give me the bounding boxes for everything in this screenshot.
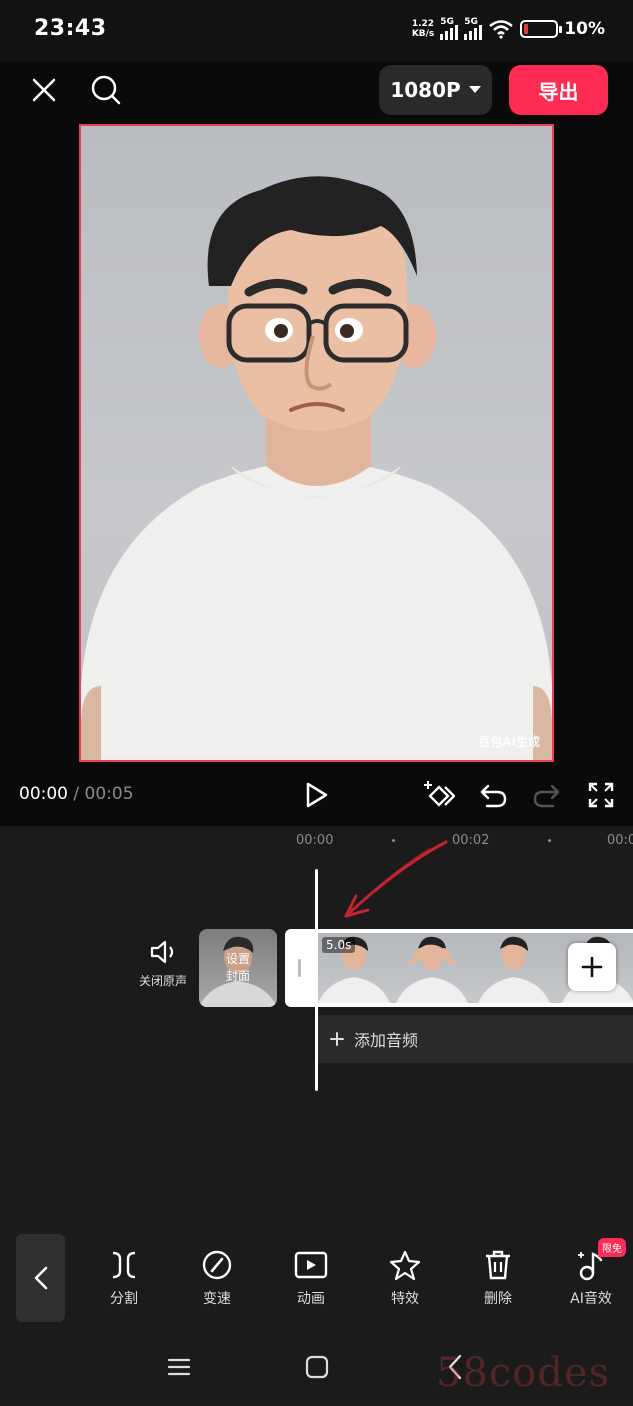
- system-nav-bar: 58codes: [0, 1328, 633, 1406]
- add-audio-label: 添加音频: [354, 1031, 419, 1050]
- tool-label: 特效: [391, 1291, 419, 1307]
- tool-label: 变速: [203, 1291, 231, 1307]
- tool-delete[interactable]: 删除: [463, 1246, 533, 1308]
- playback-controls: 00:00 / 00:05: [0, 770, 633, 820]
- signal-icon: 5G: [440, 16, 459, 40]
- set-cover-button[interactable]: 设置 封面: [199, 929, 277, 1007]
- video-preview[interactable]: 豆包AI生成: [79, 124, 554, 762]
- network-speed-value: 1.22: [411, 19, 435, 29]
- delete-icon: [486, 1250, 510, 1280]
- search-icon: [91, 75, 121, 105]
- tool-label: 分割: [110, 1291, 138, 1307]
- cover-label-line1: 设置: [225, 952, 250, 966]
- chevron-left-icon: [34, 1266, 47, 1290]
- redo-icon: [533, 784, 560, 808]
- recents-button[interactable]: [162, 1350, 196, 1384]
- tool-animation[interactable]: 动画: [276, 1246, 346, 1308]
- sim1-label: 5G: [440, 16, 454, 27]
- mute-original-audio-button[interactable]: 关闭原声: [132, 940, 194, 989]
- ruler-label: 00:0: [607, 833, 633, 848]
- preview-area: 豆包AI生成: [0, 118, 633, 826]
- undo-button[interactable]: [474, 776, 512, 814]
- network-speed-unit: KB/s: [411, 29, 435, 39]
- plus-icon: [581, 956, 603, 978]
- fullscreen-button[interactable]: [582, 776, 620, 814]
- total-time: 00:05: [84, 784, 134, 804]
- menu-icon: [167, 1358, 191, 1376]
- character-image: [81, 176, 552, 760]
- home-button[interactable]: [300, 1350, 334, 1384]
- tool-split[interactable]: 分割: [89, 1246, 159, 1308]
- site-watermark: 58codes: [436, 1350, 611, 1396]
- playhead[interactable]: [315, 869, 318, 1091]
- redo-button[interactable]: [528, 776, 566, 814]
- export-label: 导出: [538, 79, 579, 104]
- toolbar-back-button[interactable]: [16, 1234, 65, 1322]
- status-bar: 23:43 1.22 KB/s 5G 5G 10%: [0, 0, 633, 62]
- add-clip-button[interactable]: [568, 943, 616, 991]
- play-button[interactable]: [298, 776, 336, 814]
- ruler-label: 00:02: [452, 833, 490, 848]
- animation-icon: [294, 1251, 328, 1279]
- timecode: 00:00 / 00:05: [19, 784, 134, 804]
- battery-icon: [520, 20, 563, 38]
- limited-free-badge: 限免: [598, 1238, 626, 1257]
- ruler-dot: [548, 839, 551, 842]
- speaker-icon: [150, 940, 174, 964]
- sim2-label: 5G: [464, 16, 478, 27]
- clip-duration: 5.0s: [322, 937, 356, 953]
- status-icons: 1.22 KB/s 5G 5G 10%: [412, 14, 605, 44]
- clip-trim-handle[interactable]: [298, 959, 301, 977]
- caret-down-icon: [468, 86, 481, 93]
- ruler-dot: [392, 839, 395, 842]
- keyframe-button[interactable]: [420, 776, 458, 814]
- play-icon: [306, 782, 328, 808]
- plus-icon: [330, 1032, 344, 1046]
- split-icon: [112, 1251, 136, 1279]
- editor-top-bar: 1080P 导出: [0, 62, 633, 118]
- timeline[interactable]: 00:00 00:02 00:0 关闭原声 设置 封面 5.0s 添加音频: [0, 826, 633, 1224]
- speed-icon: [202, 1250, 232, 1280]
- ai-watermark: 豆包AI生成: [478, 735, 540, 749]
- keyframe-icon: [424, 781, 455, 807]
- current-time: 00:00: [19, 784, 68, 804]
- fullscreen-icon: [588, 782, 614, 808]
- add-audio-button[interactable]: 添加音频: [318, 1015, 633, 1063]
- search-button[interactable]: [86, 70, 126, 110]
- time-separator: /: [68, 784, 85, 804]
- effects-icon: [389, 1250, 421, 1281]
- mute-label: 关闭原声: [138, 974, 187, 988]
- export-button[interactable]: 导出: [509, 65, 608, 115]
- network-speed: 1.22 KB/s: [412, 19, 434, 39]
- tool-effects[interactable]: 特效: [370, 1246, 440, 1308]
- ruler-label: 00:00: [296, 833, 334, 848]
- home-icon: [305, 1355, 329, 1379]
- cover-label: 设置 封面: [199, 951, 277, 985]
- edit-toolbar: 分割 变速 动画 特效 删除 AI音效 限免: [0, 1224, 633, 1328]
- status-time: 23:43: [34, 16, 107, 41]
- resolution-label: 1080P: [390, 78, 461, 102]
- close-icon: [32, 78, 56, 102]
- undo-icon: [480, 784, 507, 808]
- signal-icon: 5G: [464, 16, 483, 40]
- wifi-icon: [489, 20, 514, 39]
- tool-label: AI音效: [570, 1291, 612, 1307]
- close-button[interactable]: [26, 72, 62, 108]
- resolution-dropdown[interactable]: 1080P: [379, 65, 492, 115]
- tool-speed[interactable]: 变速: [182, 1246, 252, 1308]
- tool-label: 删除: [484, 1291, 512, 1307]
- tool-label: 动画: [297, 1291, 325, 1307]
- cover-label-line2: 封面: [225, 969, 250, 983]
- battery-percentage: 10%: [564, 19, 605, 39]
